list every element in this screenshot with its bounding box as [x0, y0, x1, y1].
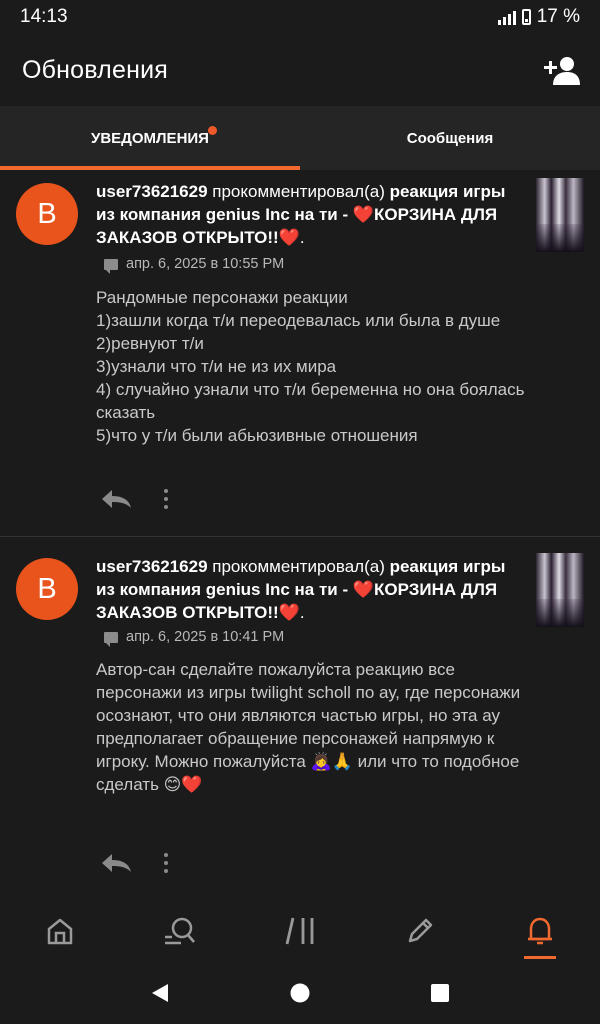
- comment-date: апр. 6, 2025 в 10:41 PM: [126, 629, 285, 645]
- notification-item[interactable]: B user73621629 прокомментировал(а) реакц…: [0, 536, 600, 900]
- avatar[interactable]: B: [16, 183, 78, 245]
- tab-notifications-label: УВЕДОМЛЕНИЯ: [91, 129, 209, 147]
- bell-icon: [528, 917, 552, 945]
- home-button[interactable]: [280, 973, 320, 1013]
- comment-text: Автор-сан сделайте пожалуйста реакцию вс…: [96, 660, 521, 794]
- add-user-button[interactable]: [542, 50, 582, 90]
- tab-notifications[interactable]: УВЕДОМЛЕНИЯ: [0, 106, 300, 170]
- action-text: прокомментировал(а): [207, 182, 390, 201]
- avatar-letter: B: [37, 572, 57, 605]
- headline-tail: .: [299, 603, 305, 622]
- tab-bar: УВЕДОМЛЕНИЯ Сообщения: [0, 106, 600, 170]
- comment-actions: [100, 488, 172, 510]
- reply-icon: [102, 854, 131, 872]
- status-bar: 14:13 17 %: [0, 0, 600, 34]
- more-options-button[interactable]: [160, 853, 172, 873]
- bottom-navigation: [0, 900, 600, 962]
- tab-messages[interactable]: Сообщения: [300, 106, 600, 170]
- recents-button[interactable]: [420, 973, 460, 1013]
- back-button[interactable]: [140, 973, 180, 1013]
- notifications-feed[interactable]: B user73621629 прокомментировал(а) реакц…: [0, 170, 600, 900]
- pencil-icon: [408, 918, 433, 943]
- avatar[interactable]: B: [16, 558, 78, 620]
- system-navigation: [0, 962, 600, 1024]
- status-icons: 17 %: [497, 6, 580, 28]
- nav-write[interactable]: [390, 901, 450, 961]
- comment-actions: [100, 852, 172, 874]
- nav-library[interactable]: [270, 901, 330, 961]
- notification-item[interactable]: B user73621629 прокомментировал(а) реакц…: [0, 170, 600, 536]
- comment-date: апр. 6, 2025 в 10:55 PM: [126, 256, 285, 272]
- username[interactable]: user73621629: [96, 182, 208, 201]
- comment-icon: [104, 631, 118, 647]
- comment-icon: [104, 258, 118, 274]
- search-icon: [165, 917, 195, 945]
- recents-icon: [431, 984, 449, 1002]
- home-circle-icon: [290, 983, 310, 1003]
- notification-headline[interactable]: user73621629 прокомментировал(а) реакция…: [96, 555, 516, 624]
- tab-messages-label: Сообщения: [406, 129, 494, 147]
- nav-notifications[interactable]: [510, 901, 570, 961]
- nav-search[interactable]: [150, 901, 210, 961]
- notification-headline[interactable]: user73621629 прокомментировал(а) реакция…: [96, 180, 516, 249]
- avatar-letter: B: [37, 197, 57, 230]
- library-icon: [285, 917, 314, 945]
- reply-icon: [102, 490, 131, 508]
- back-icon: [152, 984, 168, 1002]
- battery-level: 17 %: [536, 6, 580, 27]
- app-bar: Обновления: [0, 34, 600, 106]
- signal-icon: [497, 9, 516, 25]
- action-text: прокомментировал(а): [207, 557, 390, 576]
- reply-button[interactable]: [100, 488, 132, 510]
- comment-text: Рандомные персонажи реакции 1)зашли когд…: [96, 288, 525, 445]
- battery-icon: [521, 9, 531, 25]
- comment-meta: апр. 6, 2025 в 10:41 PM: [104, 629, 285, 647]
- more-options-button[interactable]: [160, 489, 172, 509]
- add-user-icon: [544, 57, 580, 85]
- home-icon: [47, 918, 73, 945]
- page-title: Обновления: [22, 55, 168, 84]
- story-cover-thumbnail[interactable]: [536, 553, 584, 627]
- nav-home[interactable]: [30, 901, 90, 961]
- unread-dot: [208, 126, 217, 135]
- reply-button[interactable]: [100, 852, 132, 874]
- username[interactable]: user73621629: [96, 557, 208, 576]
- story-cover-thumbnail[interactable]: [536, 178, 584, 252]
- headline-tail: .: [299, 228, 305, 247]
- status-time: 14:13: [20, 6, 68, 27]
- comment-meta: апр. 6, 2025 в 10:55 PM: [104, 256, 285, 274]
